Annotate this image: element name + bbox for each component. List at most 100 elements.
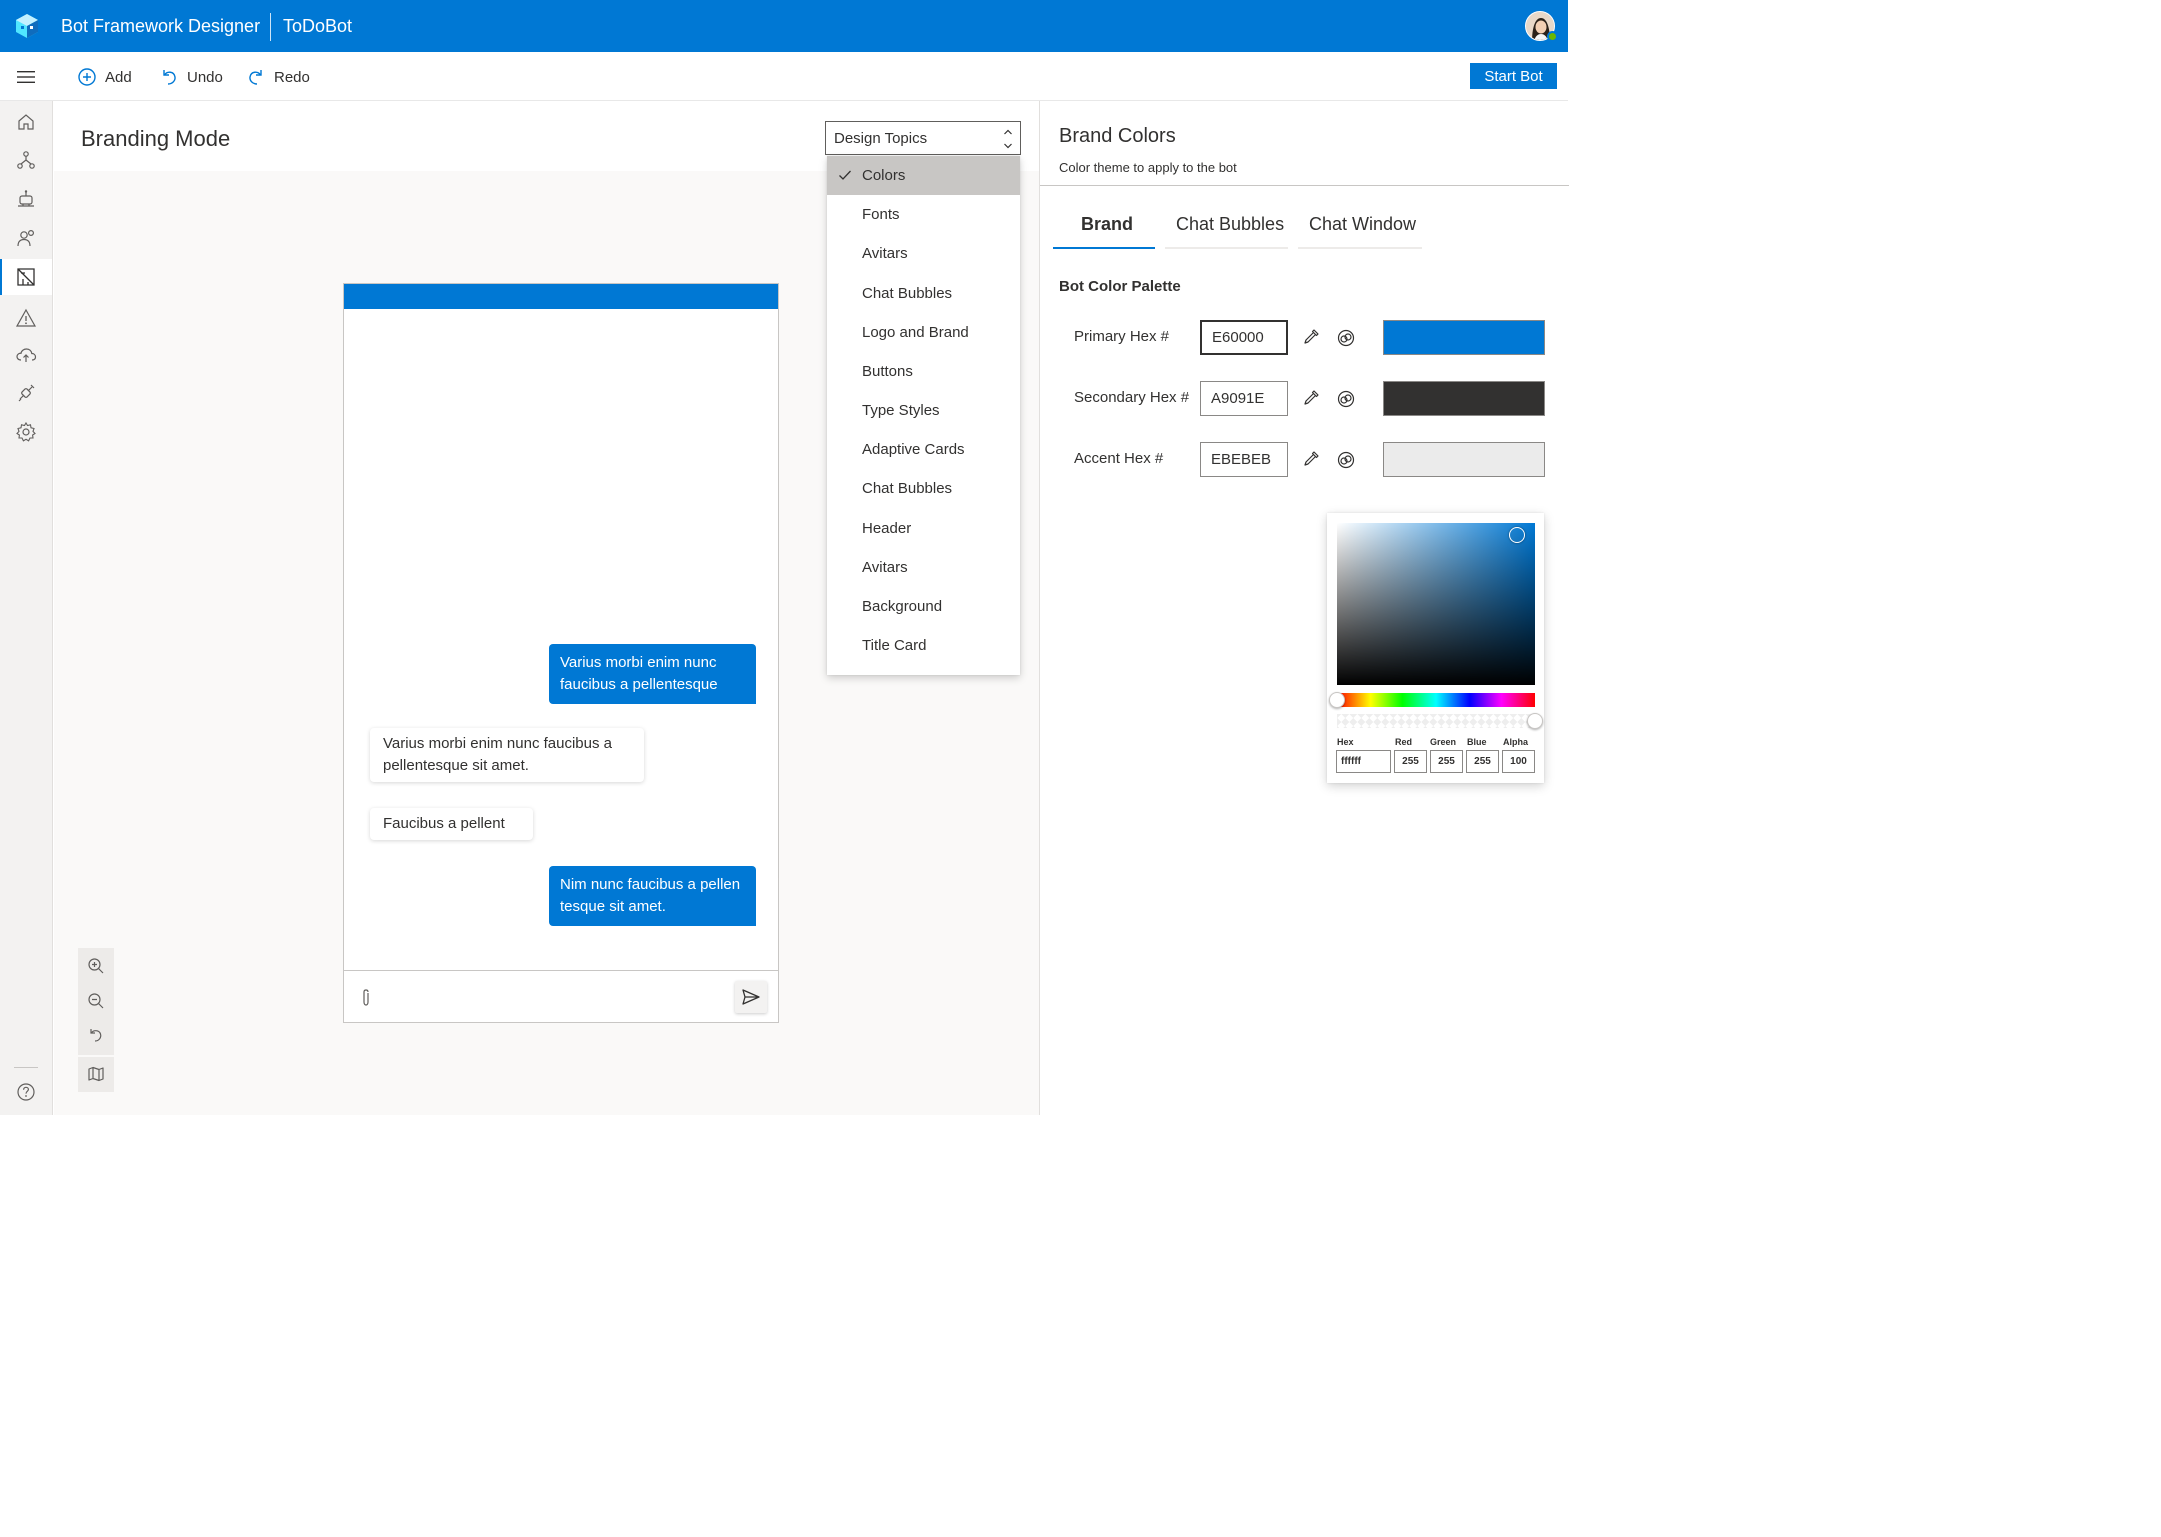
attachment-icon[interactable] (358, 988, 374, 1008)
topic-item-chat-bubbles[interactable]: Chat Bubbles (827, 274, 1020, 313)
plug-icon[interactable] (15, 382, 37, 404)
flow-icon[interactable] (15, 149, 37, 171)
hex-field[interactable] (1336, 750, 1391, 773)
message-line: faucibus a pellentesque (560, 676, 718, 693)
topic-item-header[interactable]: Header (827, 509, 1020, 548)
tab-chat-bubbles[interactable]: Chat Bubbles (1176, 214, 1284, 235)
topic-item-logo-and-brand[interactable]: Logo and Brand (827, 313, 1020, 352)
eyedropper-icon[interactable] (1301, 388, 1321, 408)
tab-underline (1298, 247, 1422, 249)
chat-bubble-bot: Varius morbi enim nunc faucibus a pellen… (370, 728, 644, 782)
green-field[interactable] (1430, 750, 1463, 773)
accent-hex-input[interactable] (1200, 442, 1288, 477)
undo-icon (163, 70, 176, 85)
tab-underline (1165, 247, 1288, 249)
message-line: Varius morbi enim nunc (560, 654, 717, 671)
secondary-hex-input[interactable] (1200, 381, 1288, 416)
topic-label: Background (862, 598, 943, 615)
tab-chat-window[interactable]: Chat Window (1309, 214, 1416, 235)
red-field[interactable] (1394, 750, 1427, 773)
saturation-thumb[interactable] (1509, 527, 1525, 543)
zoom-in-icon[interactable] (87, 957, 105, 975)
panel-divider (1040, 185, 1569, 186)
bot-name[interactable]: ToDoBot (283, 16, 352, 37)
primary-hex-label: Primary Hex # (1074, 328, 1170, 345)
chat-bubble-user: Varius morbi enim nunc faucibus a pellen… (549, 644, 756, 704)
home-icon[interactable] (15, 111, 37, 133)
alpha-thumb[interactable] (1527, 713, 1543, 729)
message-line: Nim nunc faucibus a pellen (560, 876, 741, 893)
topic-item-buttons[interactable]: Buttons (827, 352, 1020, 391)
eyedropper-icon[interactable] (1301, 327, 1321, 347)
left-nav (0, 101, 53, 1115)
chat-bubble-bot: Faucibus a pellent (370, 808, 533, 840)
link-color-icon[interactable] (1336, 328, 1356, 348)
primary-color-swatch[interactable] (1383, 320, 1545, 355)
zoom-out-icon[interactable] (87, 992, 105, 1010)
design-canvas: Branding Mode Varius morbi enim nunc fau… (54, 101, 1039, 1115)
undo-button[interactable]: Undo (159, 64, 223, 90)
cloud-upload-icon[interactable] (15, 344, 37, 366)
topic-label: Chat Bubbles (862, 480, 953, 497)
design-icon[interactable] (15, 266, 37, 288)
blue-field[interactable] (1466, 750, 1499, 773)
reset-view-icon[interactable] (87, 1026, 105, 1044)
accent-color-swatch[interactable] (1383, 442, 1545, 477)
chat-preview: Varius morbi enim nunc faucibus a pellen… (343, 283, 779, 1023)
chat-composer[interactable] (344, 970, 778, 1022)
minimap-button[interactable] (78, 1057, 114, 1092)
link-color-icon[interactable] (1336, 389, 1356, 409)
page-title: Branding Mode (81, 126, 231, 151)
topic-item-avitars[interactable]: Avitars (827, 234, 1020, 273)
topic-label: Title Card (862, 637, 927, 654)
warning-icon[interactable] (15, 307, 37, 329)
zoom-toolbar (78, 948, 114, 1055)
topic-item-chat-bubbles-2[interactable]: Chat Bubbles (827, 469, 1020, 508)
topic-label: Header (862, 520, 912, 537)
topic-item-type-styles[interactable]: Type Styles (827, 391, 1020, 430)
topic-label: Avitars (862, 559, 908, 576)
presence-status-icon (1547, 31, 1558, 42)
topic-label: Colors (862, 167, 906, 184)
topic-item-colors[interactable]: Colors (827, 156, 1020, 195)
app-logo-icon (16, 14, 38, 38)
topic-label: Avitars (862, 245, 908, 262)
chat-bubble-user: Nim nunc faucibus a pellen tesque sit am… (549, 866, 756, 926)
send-button[interactable] (735, 981, 767, 1013)
topic-item-title-card[interactable]: Title Card (827, 626, 1020, 665)
settings-icon[interactable] (15, 421, 37, 443)
tab-brand[interactable]: Brand (1081, 214, 1133, 235)
topic-item-adaptive-cards[interactable]: Adaptive Cards (827, 430, 1020, 469)
topic-item-avitars-2[interactable]: Avitars (827, 548, 1020, 587)
topic-item-fonts[interactable]: Fonts (827, 195, 1020, 234)
redo-label: Redo (274, 68, 310, 86)
panel-subtitle: Color theme to apply to the bot (1059, 160, 1237, 175)
redo-icon (249, 70, 262, 85)
alpha-slider[interactable] (1337, 714, 1535, 728)
app-title: Bot Framework Designer (61, 16, 261, 36)
design-topics-dropdown[interactable]: Design Topics (825, 121, 1021, 155)
brand-colors-panel: Brand Colors Color theme to apply to the… (1039, 101, 1569, 1115)
hex-field-label: Hex (1337, 737, 1354, 747)
hamburger-menu-icon[interactable] (15, 67, 37, 87)
hue-thumb[interactable] (1329, 692, 1345, 708)
map-icon (88, 1066, 104, 1082)
primary-hex-input[interactable] (1200, 320, 1288, 355)
secondary-color-swatch[interactable] (1383, 381, 1545, 416)
hue-slider[interactable] (1337, 693, 1535, 707)
message-line: Varius morbi enim nunc faucibus a (383, 735, 612, 752)
alpha-field[interactable] (1502, 750, 1535, 773)
users-icon[interactable] (15, 227, 37, 249)
redo-button[interactable]: Redo (246, 64, 310, 90)
start-bot-button[interactable]: Start Bot (1470, 63, 1557, 89)
help-icon[interactable] (15, 1081, 37, 1103)
tab-brand-underline (1053, 247, 1155, 249)
link-color-icon[interactable] (1336, 450, 1356, 470)
bot-icon[interactable] (15, 188, 37, 210)
add-button[interactable]: Add (77, 64, 132, 90)
eyedropper-icon[interactable] (1301, 449, 1321, 469)
topic-item-background[interactable]: Background (827, 587, 1020, 626)
design-topics-selected: Design Topics (834, 130, 928, 147)
saturation-value-area[interactable] (1337, 523, 1535, 685)
command-bar: Add Undo Redo Start Bot (0, 52, 1568, 101)
